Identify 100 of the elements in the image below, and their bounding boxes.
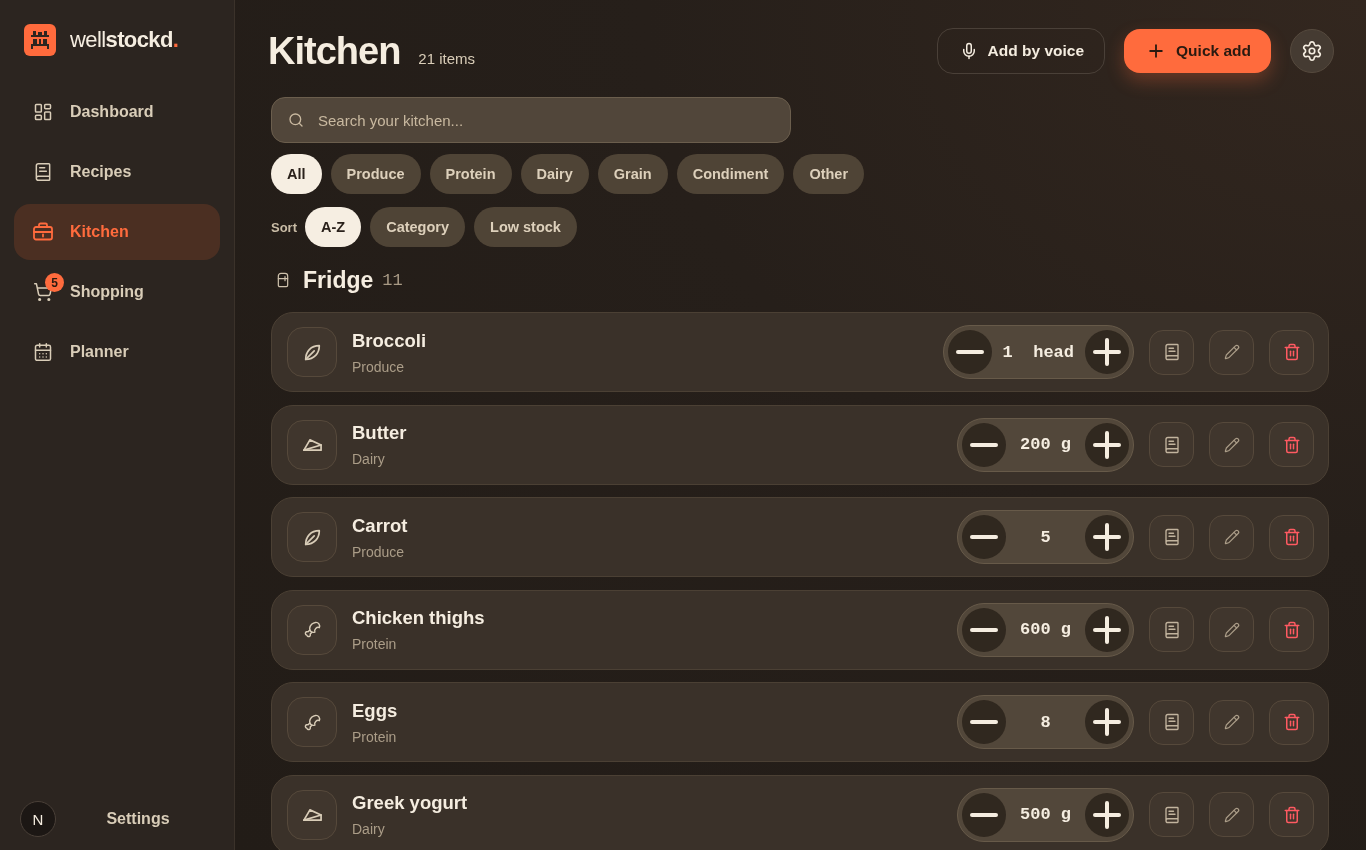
- logo-icon: [24, 24, 56, 56]
- quantity-value: 600 g: [1019, 620, 1072, 640]
- quantity-value: 200 g: [1019, 435, 1072, 455]
- sort-chip[interactable]: Category: [370, 207, 466, 247]
- trash-icon: [1282, 528, 1301, 547]
- edit-button[interactable]: [1209, 699, 1254, 745]
- book-icon: [33, 162, 53, 182]
- settings-button[interactable]: [1290, 29, 1334, 73]
- item-count: 21 items: [418, 49, 476, 67]
- quantity-value: 8: [1039, 712, 1052, 732]
- filter-chip[interactable]: Produce: [330, 154, 421, 194]
- nav-item[interactable]: Recipes: [14, 144, 220, 200]
- delete-button[interactable]: [1269, 607, 1314, 653]
- count-badge: 5: [45, 273, 64, 292]
- recipe-button[interactable]: [1149, 607, 1194, 653]
- sort-label: Sort: [271, 219, 297, 235]
- item-name: Eggs: [352, 699, 398, 722]
- delete-button[interactable]: [1269, 514, 1314, 560]
- user-avatar[interactable]: N: [20, 801, 56, 837]
- plus-icon: [1093, 708, 1121, 737]
- edit-button[interactable]: [1209, 607, 1254, 653]
- edit-button[interactable]: [1209, 422, 1254, 468]
- pencil-icon: [1223, 344, 1240, 360]
- leaf-icon: [287, 512, 337, 563]
- delete-button[interactable]: [1269, 329, 1314, 375]
- item-category: Dairy: [352, 451, 385, 468]
- plus-icon: [1093, 615, 1121, 644]
- voice-button[interactable]: Add by voice: [936, 28, 1106, 74]
- calendar-icon: [33, 342, 53, 362]
- book-icon: [1162, 343, 1181, 361]
- recipe-button[interactable]: [1149, 699, 1194, 745]
- recipe-button[interactable]: [1149, 792, 1194, 838]
- filter-chip[interactable]: Condiment: [676, 154, 785, 194]
- trash-icon: [1282, 435, 1301, 454]
- minus-icon: [970, 442, 998, 447]
- item-name: Butter: [352, 422, 407, 445]
- fridge-icon: [275, 272, 291, 288]
- minus-icon: [970, 720, 998, 725]
- brand-name: wellstockd.: [70, 27, 179, 53]
- increase-button[interactable]: [1085, 792, 1129, 837]
- settings-icon: [1301, 40, 1323, 62]
- filter-chip[interactable]: Other: [793, 154, 865, 194]
- edit-button[interactable]: [1209, 792, 1254, 838]
- search-field[interactable]: Search your kitchen...: [271, 97, 791, 143]
- quantity-value: 500 g: [1019, 805, 1072, 825]
- book-icon: [1162, 713, 1181, 732]
- increase-button[interactable]: [1085, 700, 1129, 745]
- recipe-button[interactable]: [1149, 329, 1194, 375]
- section-title: Fridge: [303, 266, 374, 294]
- item-category: Protein: [352, 636, 397, 653]
- minus-icon: [970, 535, 998, 540]
- drumstick-icon: [287, 604, 337, 655]
- cheese-icon: [287, 419, 337, 470]
- pencil-icon: [1223, 806, 1240, 823]
- edit-button[interactable]: [1209, 329, 1254, 375]
- dashboard-icon: [33, 102, 53, 122]
- item-category: Produce: [352, 543, 405, 560]
- increase-button[interactable]: [1085, 422, 1129, 467]
- pencil-icon: [1223, 621, 1240, 638]
- plus-icon: [1093, 430, 1121, 459]
- increase-button[interactable]: [1085, 330, 1129, 374]
- filter-chip[interactable]: Grain: [597, 154, 668, 194]
- quantity-value: 1 head: [1001, 342, 1075, 362]
- nav-item[interactable]: 5 Shopping: [14, 264, 220, 320]
- filter-chip[interactable]: Dairy: [520, 154, 589, 194]
- nav-item[interactable]: Planner: [14, 324, 220, 380]
- filter-chip[interactable]: All: [271, 154, 322, 194]
- increase-button[interactable]: [1085, 515, 1129, 560]
- trash-icon: [1282, 620, 1301, 639]
- decrease-button[interactable]: [962, 607, 1006, 652]
- quick-add-button[interactable]: Quick add: [1124, 29, 1271, 73]
- item-name: Greek yogurt: [352, 792, 468, 815]
- increase-button[interactable]: [1085, 607, 1129, 652]
- edit-button[interactable]: [1209, 514, 1254, 560]
- recipe-button[interactable]: [1149, 422, 1194, 468]
- nav-item[interactable]: Dashboard: [14, 84, 220, 140]
- decrease-button[interactable]: [962, 792, 1006, 837]
- item-category: Produce: [352, 358, 405, 375]
- pencil-icon: [1223, 529, 1240, 546]
- page-title: Kitchen: [268, 29, 401, 73]
- decrease-button[interactable]: [962, 422, 1006, 467]
- minus-icon: [970, 812, 998, 817]
- item-category: Dairy: [352, 821, 385, 838]
- item-category: Protein: [352, 728, 397, 745]
- delete-button[interactable]: [1269, 792, 1314, 838]
- settings-link[interactable]: Settings: [106, 810, 170, 828]
- pencil-icon: [1223, 436, 1240, 453]
- sort-chip[interactable]: Low stock: [474, 207, 577, 247]
- nav-item[interactable]: Kitchen: [14, 204, 220, 260]
- decrease-button[interactable]: [947, 330, 992, 374]
- sort-chip[interactable]: A-Z: [305, 207, 362, 247]
- decrease-button[interactable]: [962, 700, 1006, 745]
- delete-button[interactable]: [1269, 422, 1314, 468]
- recipe-button[interactable]: [1149, 514, 1194, 560]
- delete-button[interactable]: [1269, 699, 1314, 745]
- item-name: Broccoli: [352, 329, 427, 352]
- filter-chip[interactable]: Protein: [429, 154, 512, 194]
- cart-icon: [33, 282, 53, 302]
- decrease-button[interactable]: [962, 515, 1006, 560]
- section-count: 11: [382, 270, 403, 290]
